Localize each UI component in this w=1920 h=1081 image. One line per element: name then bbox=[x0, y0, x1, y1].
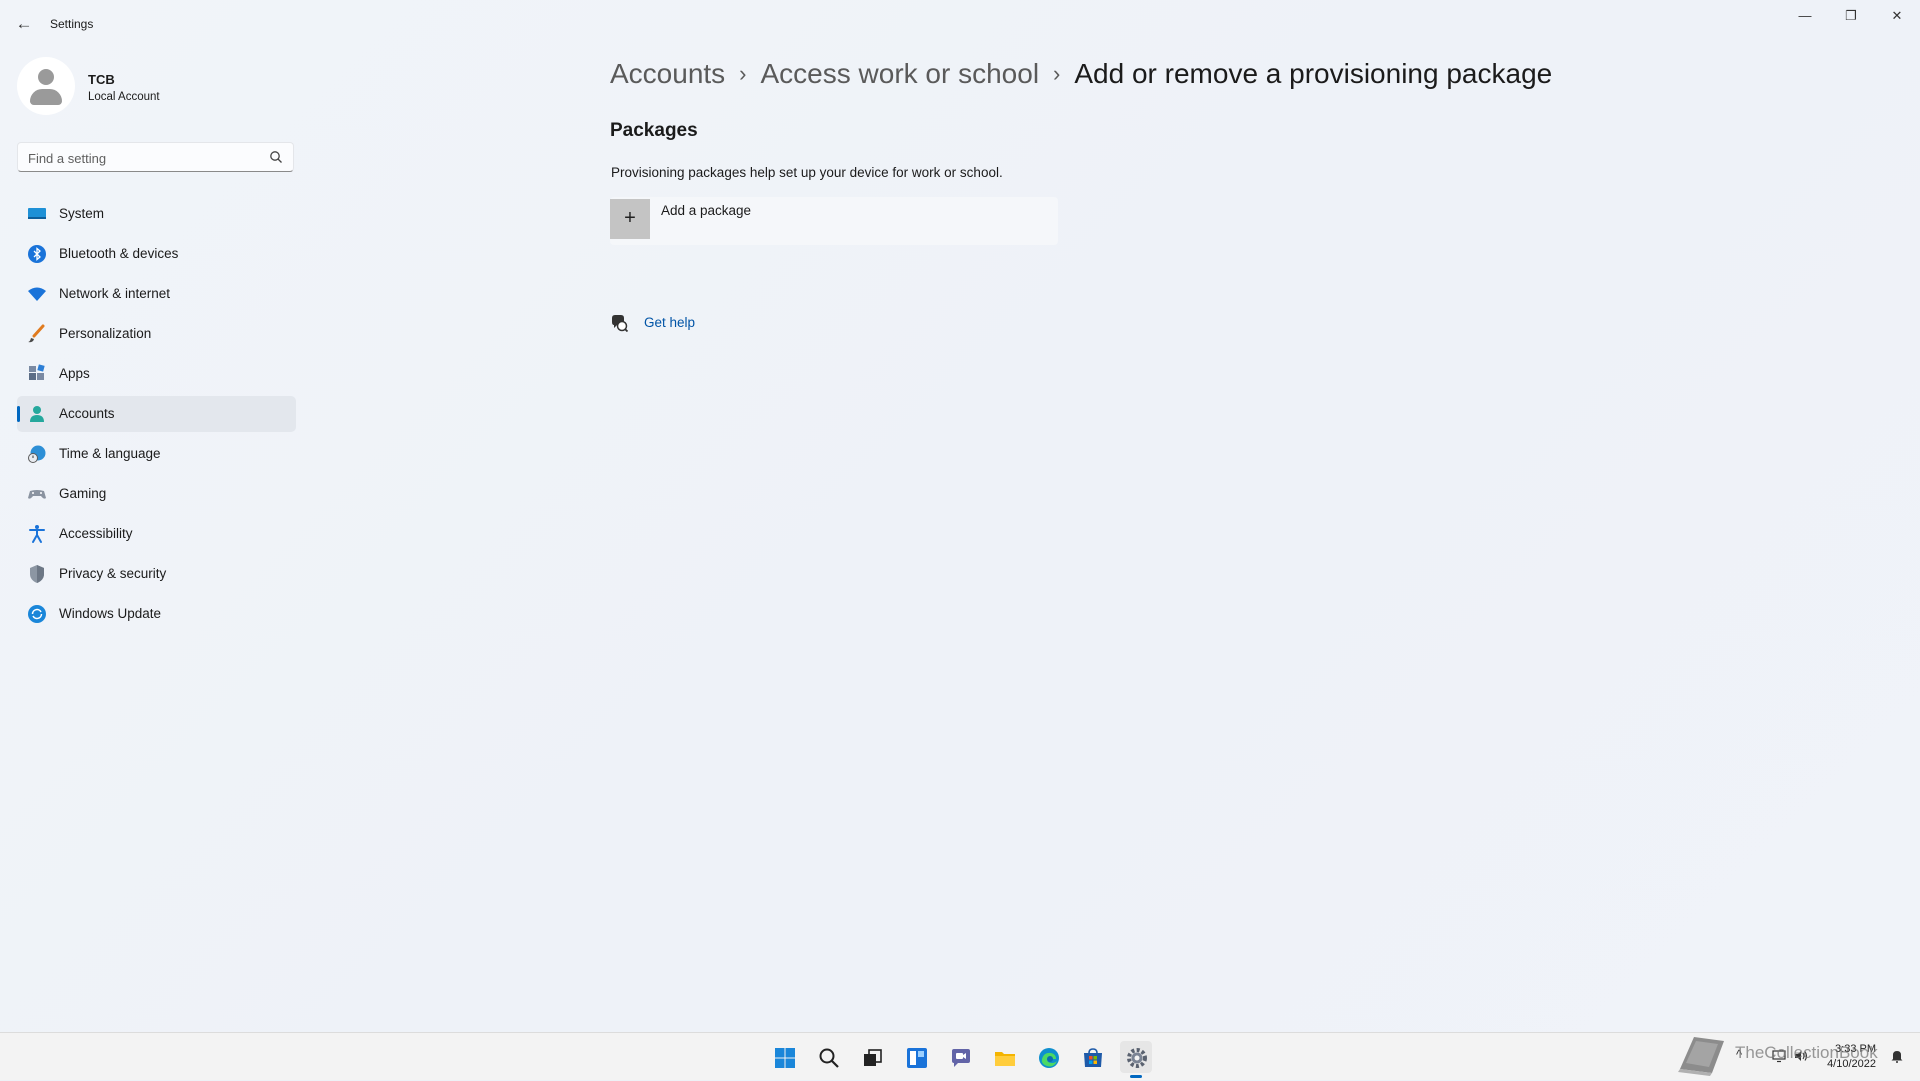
task-view-button[interactable] bbox=[856, 1041, 888, 1073]
search-input[interactable] bbox=[26, 148, 260, 168]
start-icon bbox=[775, 1048, 795, 1068]
add-package-label: Add a package bbox=[661, 203, 752, 218]
accessibility-icon bbox=[29, 525, 45, 543]
store-icon bbox=[1084, 1048, 1102, 1067]
widgets-icon bbox=[907, 1048, 927, 1068]
add-package-button[interactable]: + Add a package bbox=[610, 197, 1058, 245]
sidebar-item-label: Privacy & security bbox=[59, 566, 167, 581]
sidebar-item-label: Personalization bbox=[59, 326, 152, 341]
sidebar-item-time-language[interactable]: Time & language bbox=[17, 436, 296, 472]
shield-icon bbox=[30, 565, 44, 583]
start-button[interactable] bbox=[768, 1041, 800, 1073]
account-type: Local Account bbox=[88, 91, 160, 103]
sidebar-item-label: Apps bbox=[59, 366, 90, 381]
breadcrumb-separator: › bbox=[739, 61, 747, 86]
system-icon bbox=[28, 208, 46, 219]
notification-icon[interactable] bbox=[1890, 1049, 1904, 1063]
wifi-icon bbox=[28, 287, 46, 301]
minimize-button[interactable]: — bbox=[1782, 0, 1828, 32]
chat-button[interactable] bbox=[944, 1041, 976, 1073]
sidebar-item-privacy[interactable]: Privacy & security bbox=[17, 556, 296, 592]
search-icon bbox=[819, 1048, 839, 1068]
sidebar-item-personalization[interactable]: Personalization bbox=[17, 316, 296, 352]
file-explorer-icon bbox=[995, 1052, 1015, 1066]
selection-indicator bbox=[17, 406, 20, 422]
settings-taskbar-button[interactable] bbox=[1120, 1041, 1152, 1078]
store-button[interactable] bbox=[1076, 1041, 1108, 1073]
search-box bbox=[17, 142, 294, 172]
edge-button[interactable] bbox=[1032, 1041, 1064, 1073]
settings-icon bbox=[1127, 1048, 1147, 1068]
file-explorer-button[interactable] bbox=[988, 1041, 1020, 1073]
sidebar-item-system[interactable]: System bbox=[17, 196, 296, 232]
sidebar-item-accounts[interactable]: Accounts bbox=[17, 396, 296, 432]
bluetooth-icon bbox=[28, 245, 46, 263]
breadcrumb: Accounts › Access work or school › Add or re… bbox=[610, 58, 1552, 90]
packages-description: Provisioning packages help set up your d… bbox=[611, 165, 1003, 180]
sidebar-item-gaming[interactable]: Gaming bbox=[17, 476, 296, 512]
search-icon[interactable] bbox=[269, 150, 283, 164]
sidebar-item-network[interactable]: Network & internet bbox=[17, 276, 296, 312]
back-button[interactable]: ← bbox=[12, 12, 36, 36]
edge-icon bbox=[1039, 1048, 1059, 1068]
sidebar-item-apps[interactable]: Apps bbox=[17, 356, 296, 392]
sidebar-item-label: System bbox=[59, 206, 105, 221]
restore-button[interactable]: ❐ bbox=[1828, 0, 1874, 32]
user-name: TCB bbox=[88, 72, 115, 87]
widgets-button[interactable] bbox=[900, 1041, 932, 1073]
taskbar-search-button[interactable] bbox=[812, 1041, 844, 1073]
update-icon bbox=[28, 605, 46, 623]
book-watermark-icon bbox=[1678, 1037, 1724, 1076]
close-button[interactable]: ✕ bbox=[1874, 0, 1920, 32]
packages-heading: Packages bbox=[610, 120, 698, 141]
sidebar-item-label: Accessibility bbox=[59, 526, 133, 541]
sidebar-item-bluetooth[interactable]: Bluetooth & devices bbox=[17, 236, 296, 272]
sidebar-item-accessibility[interactable]: Accessibility bbox=[17, 516, 296, 552]
breadcrumb-separator: › bbox=[1053, 61, 1061, 86]
sidebar-item-label: Gaming bbox=[59, 486, 107, 501]
sidebar-item-label: Windows Update bbox=[59, 606, 162, 621]
window-title: Settings bbox=[50, 17, 94, 31]
globe-clock-icon bbox=[28, 445, 46, 463]
plus-icon: + bbox=[610, 199, 650, 239]
sidebar-item-windows-update[interactable]: Windows Update bbox=[17, 596, 296, 632]
avatar[interactable] bbox=[17, 57, 75, 115]
apps-icon bbox=[29, 364, 45, 380]
taskbar: ^ 3:33 PM 4/10/2022 bbox=[0, 1032, 1920, 1080]
sidebar-item-label: Accounts bbox=[59, 406, 115, 421]
gamepad-icon bbox=[28, 490, 46, 499]
settings-window: ← Settings — ❐ ✕ TCB Local Account Syste… bbox=[0, 0, 1920, 1032]
sidebar-item-label: Bluetooth & devices bbox=[59, 246, 179, 261]
title-bar: ← Settings — ❐ ✕ bbox=[0, 0, 1920, 48]
breadcrumb-accounts[interactable]: Accounts bbox=[610, 58, 725, 89]
task-view-icon bbox=[864, 1049, 882, 1066]
brush-icon bbox=[28, 324, 45, 343]
page-title: Add or remove a provisioning package bbox=[1074, 58, 1553, 89]
get-help-label: Get help bbox=[644, 315, 696, 330]
sidebar-item-label: Time & language bbox=[59, 446, 161, 461]
sidebar-nav: System Bluetooth & devices Network & int… bbox=[17, 196, 296, 636]
chat-icon bbox=[952, 1049, 970, 1067]
sidebar-item-label: Network & internet bbox=[59, 286, 171, 301]
watermark-text: TheCollectionBook bbox=[1735, 1043, 1878, 1062]
help-icon bbox=[612, 315, 628, 332]
accounts-icon bbox=[30, 406, 44, 422]
breadcrumb-access-work-or-school[interactable]: Access work or school bbox=[761, 58, 1040, 89]
